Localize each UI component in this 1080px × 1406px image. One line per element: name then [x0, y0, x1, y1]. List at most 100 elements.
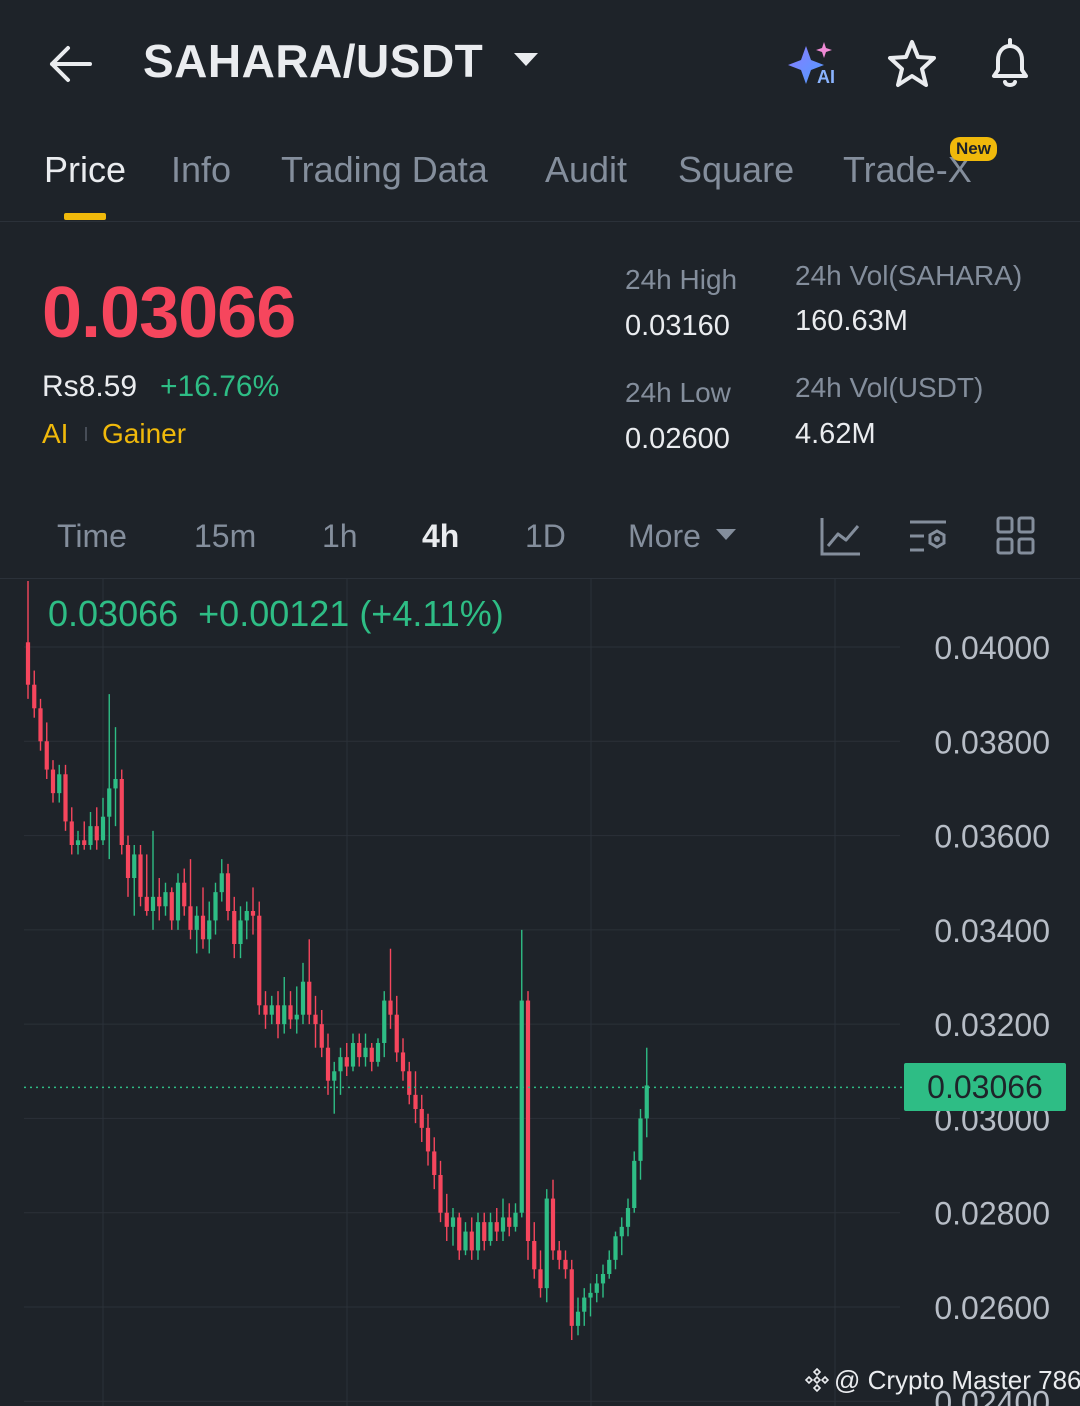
- candle-body: [625, 1208, 631, 1227]
- candle-body: [394, 1014, 399, 1053]
- candle-body: [613, 1236, 618, 1260]
- candle-body: [513, 1212, 518, 1227]
- candle-body: [125, 845, 131, 878]
- candle-body: [388, 1000, 393, 1015]
- vol-quote-label: 24h Vol(USDT): [795, 372, 984, 403]
- high-label: 24h High: [625, 264, 738, 295]
- candle-body: [557, 1250, 562, 1260]
- candle-body: [332, 1071, 337, 1081]
- candle-body: [50, 769, 56, 794]
- candle-body: [157, 896, 162, 907]
- y-axis-tick-label: 0.03400: [934, 913, 1050, 949]
- candle-body: [294, 1014, 299, 1020]
- low-value: 0.02600: [625, 423, 730, 455]
- candle-body: [538, 1269, 543, 1289]
- candle-body: [563, 1259, 568, 1270]
- candle-body: [107, 788, 112, 817]
- candle-body: [525, 1000, 531, 1241]
- candle-body: [369, 1047, 374, 1062]
- line-chart-icon[interactable]: [818, 514, 862, 558]
- candle-body: [344, 1057, 349, 1067]
- new-badge: New: [950, 137, 997, 161]
- interval-time[interactable]: Time: [57, 518, 127, 555]
- candle-body: [582, 1297, 587, 1312]
- candle-body: [363, 1047, 368, 1058]
- last-price: 0.03066: [42, 273, 296, 353]
- candlestick-chart[interactable]: 0.04000 0.03800 0.03600 0.03400 0.03200 0.030…: [0, 579, 1080, 1406]
- ohlc-readout: 0.03066 +0.00121 (+4.11%): [48, 593, 504, 635]
- candle-body: [619, 1226, 624, 1237]
- tag-ai[interactable]: AI: [42, 418, 68, 450]
- candle-body: [250, 911, 256, 916]
- candle-body: [432, 1151, 437, 1175]
- grid-layout-icon[interactable]: [994, 514, 1038, 558]
- candle-body: [482, 1222, 487, 1241]
- candle-body: [319, 1024, 324, 1048]
- bell-icon[interactable]: [982, 36, 1038, 92]
- candle-body: [194, 915, 199, 930]
- candle-body: [263, 1005, 268, 1015]
- candle-body: [150, 896, 156, 911]
- candle-body: [413, 1094, 418, 1109]
- candle-body: [288, 1005, 293, 1020]
- candle-body: [307, 981, 312, 1015]
- candle-body: [325, 1047, 331, 1081]
- interval-4h[interactable]: 4h: [422, 518, 459, 555]
- interval-more[interactable]: More: [628, 518, 701, 555]
- candle-body: [519, 1000, 524, 1213]
- candle-body: [407, 1071, 412, 1095]
- candle-body: [57, 774, 62, 794]
- interval-1d[interactable]: 1D: [525, 518, 566, 555]
- ohlc-change: +0.00121 (+4.11%): [198, 593, 504, 634]
- ai-badge: AI: [817, 67, 835, 87]
- tab-info[interactable]: Info: [171, 149, 231, 191]
- candle-body: [282, 1005, 287, 1025]
- candle-body: [313, 1014, 318, 1025]
- trading-pair-title[interactable]: SAHARA/USDT: [143, 34, 483, 88]
- ai-assistant-icon[interactable]: AI: [786, 38, 842, 90]
- vol-base-value: 160.63M: [795, 305, 908, 337]
- tab-trading-data[interactable]: Trading Data: [281, 149, 488, 191]
- candle-body: [607, 1259, 612, 1274]
- candle-body: [132, 854, 137, 878]
- current-price-tag: 0.03066: [904, 1063, 1066, 1111]
- binance-logo-icon: [804, 1367, 830, 1393]
- tab-audit[interactable]: Audit: [545, 149, 627, 191]
- caret-down-icon[interactable]: [713, 526, 739, 544]
- candle-body: [350, 1043, 356, 1067]
- chevron-down-icon[interactable]: [512, 50, 540, 70]
- candle-body: [438, 1175, 443, 1213]
- candle-body: [375, 1043, 381, 1062]
- back-arrow-icon[interactable]: [44, 40, 96, 88]
- candle-body: [600, 1274, 606, 1284]
- candle-body: [75, 840, 81, 845]
- y-axis-tick-label: 0.03800: [934, 724, 1050, 760]
- candle-body: [175, 882, 181, 921]
- candle-body: [94, 826, 99, 841]
- candle-body: [232, 911, 237, 944]
- candle-body: [457, 1217, 462, 1251]
- candle-body: [119, 779, 124, 845]
- candle-body: [544, 1198, 549, 1289]
- favorite-star-icon[interactable]: [884, 38, 940, 90]
- candle-body: [275, 1005, 281, 1025]
- vol-quote-value: 4.62M: [795, 418, 876, 450]
- candle-body: [419, 1109, 424, 1128]
- tag-gainer[interactable]: Gainer: [102, 418, 186, 450]
- tab-price[interactable]: Price: [44, 149, 126, 191]
- candle-body: [444, 1212, 449, 1227]
- chart-canvas[interactable]: 0.04000 0.03800 0.03600 0.03400 0.03200 0.030…: [0, 579, 1080, 1406]
- indicator-settings-icon[interactable]: [906, 514, 950, 558]
- interval-15m[interactable]: 15m: [194, 518, 256, 555]
- interval-1h[interactable]: 1h: [322, 518, 358, 555]
- tab-square[interactable]: Square: [678, 149, 794, 191]
- candle-body: [269, 1005, 274, 1015]
- price-change-percent: +16.76%: [160, 370, 280, 403]
- candle-body: [500, 1217, 506, 1232]
- candle-body: [213, 892, 218, 921]
- candle-body: [494, 1222, 499, 1232]
- low-label: 24h Low: [625, 377, 731, 408]
- candle-body: [463, 1231, 468, 1251]
- candle-body: [450, 1217, 456, 1227]
- candle-body: [644, 1085, 649, 1119]
